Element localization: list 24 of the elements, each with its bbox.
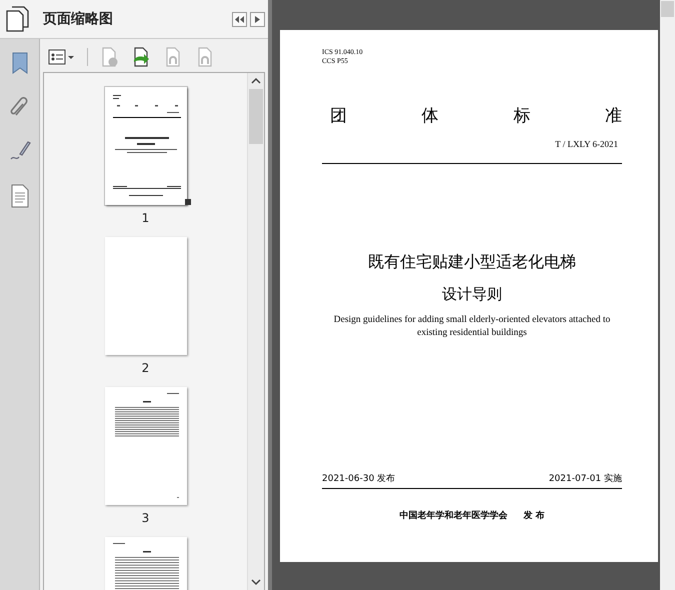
- effective-date: 2021-07-01 实施: [548, 472, 622, 485]
- issue-date: 2021-06-30 发布: [322, 472, 396, 485]
- document-subtitle: 设计导则: [442, 285, 502, 304]
- scrollbar-thumb[interactable]: [249, 89, 263, 144]
- publisher: 中国老年学和老年医学学会: [399, 509, 508, 522]
- page-thumbnail[interactable]: [104, 87, 186, 205]
- page-number: 2: [142, 361, 150, 375]
- panel-title: 页面缩略图: [43, 10, 114, 28]
- pages-icon: [5, 5, 31, 33]
- page-thumbnail[interactable]: [104, 387, 186, 505]
- english-title: Design guidelines for adding small elderly-oriented elevators attached to existing residential buildings: [332, 314, 612, 340]
- heading-character: 体: [422, 105, 439, 127]
- page-number: 3: [142, 511, 150, 525]
- heading-character: 标: [513, 105, 530, 127]
- standard-number: T / LXLY 6-2021: [555, 139, 618, 149]
- document-title: 既有住宅贴建小型适老化电梯: [368, 252, 576, 273]
- page-thumbnail[interactable]: [104, 237, 186, 355]
- collapse-button[interactable]: [232, 12, 247, 26]
- publish-label: 发 布: [523, 510, 545, 522]
- page-number: 1: [142, 211, 150, 225]
- heading-character: 团: [330, 105, 347, 127]
- expand-button[interactable]: [250, 12, 265, 26]
- heading-character: 准: [604, 105, 622, 127]
- scrollbar-thumb[interactable]: [661, 1, 674, 17]
